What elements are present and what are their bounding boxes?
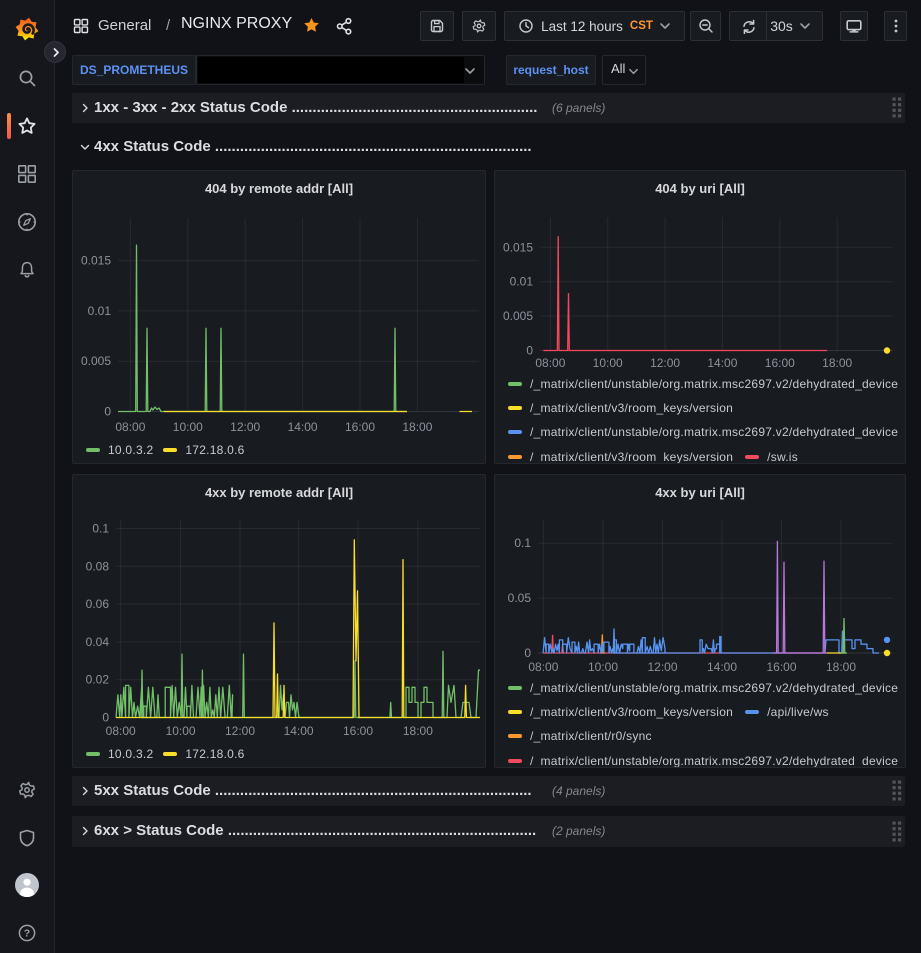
svg-text:08:00: 08:00 xyxy=(115,420,145,434)
svg-text:0: 0 xyxy=(104,405,111,419)
svg-text:14:00: 14:00 xyxy=(284,724,314,738)
svg-text:18:00: 18:00 xyxy=(826,660,856,674)
svg-text:0: 0 xyxy=(102,711,109,725)
svg-text:14:00: 14:00 xyxy=(707,660,737,674)
svg-text:18:00: 18:00 xyxy=(822,356,852,370)
svg-text:12:00: 12:00 xyxy=(647,660,677,674)
svg-text:08:00: 08:00 xyxy=(535,356,565,370)
svg-text:0: 0 xyxy=(526,344,533,358)
svg-text:0.01: 0.01 xyxy=(510,275,534,289)
svg-text:10:00: 10:00 xyxy=(588,660,618,674)
svg-text:0.04: 0.04 xyxy=(86,635,110,649)
svg-text:0.06: 0.06 xyxy=(86,597,110,611)
svg-text:18:00: 18:00 xyxy=(403,724,433,738)
svg-text:12:00: 12:00 xyxy=(650,356,680,370)
svg-text:0.05: 0.05 xyxy=(508,591,532,605)
svg-text:16:00: 16:00 xyxy=(766,660,796,674)
svg-text:12:00: 12:00 xyxy=(225,724,255,738)
svg-text:0.1: 0.1 xyxy=(514,536,531,550)
svg-text:18:00: 18:00 xyxy=(402,420,432,434)
svg-text:10:00: 10:00 xyxy=(173,420,203,434)
svg-text:0.015: 0.015 xyxy=(503,240,533,254)
svg-text:14:00: 14:00 xyxy=(707,356,737,370)
svg-text:0.005: 0.005 xyxy=(503,309,533,323)
svg-text:10:00: 10:00 xyxy=(166,724,196,738)
svg-text:16:00: 16:00 xyxy=(343,724,373,738)
svg-text:0.1: 0.1 xyxy=(92,522,109,536)
svg-text:0.005: 0.005 xyxy=(81,354,111,368)
svg-text:12:00: 12:00 xyxy=(230,420,260,434)
svg-text:10:00: 10:00 xyxy=(593,356,623,370)
svg-text:08:00: 08:00 xyxy=(106,724,136,738)
svg-text:08:00: 08:00 xyxy=(528,660,558,674)
svg-text:0.08: 0.08 xyxy=(86,559,110,573)
svg-text:0.015: 0.015 xyxy=(81,254,111,268)
svg-text:?: ? xyxy=(24,928,30,940)
svg-text:14:00: 14:00 xyxy=(288,420,318,434)
svg-text:0.02: 0.02 xyxy=(86,673,110,687)
svg-text:16:00: 16:00 xyxy=(345,420,375,434)
svg-text:0.01: 0.01 xyxy=(88,304,112,318)
svg-text:0: 0 xyxy=(524,646,531,660)
svg-text:16:00: 16:00 xyxy=(765,356,795,370)
